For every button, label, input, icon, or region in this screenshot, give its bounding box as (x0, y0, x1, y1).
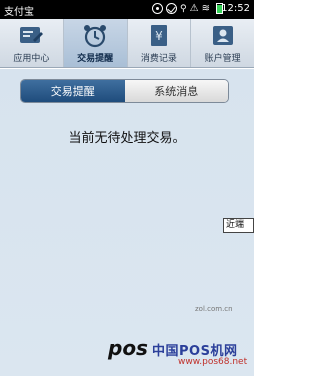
receipt-icon: ¥ (150, 25, 167, 46)
status-bar: 支付宝 ⚲ ⚠ ≋ 12:52 (0, 0, 254, 19)
alarm-clock-icon (84, 25, 107, 48)
tab-label: 账户管理 (204, 54, 241, 64)
watermark-logo: pos (108, 336, 148, 360)
segment-system-messages[interactable]: 系统消息 (124, 80, 228, 102)
tab-label: 应用中心 (13, 54, 50, 64)
user-card-icon (212, 26, 233, 45)
tab-account-management[interactable]: 账户管理 (191, 19, 254, 67)
watermark-url: www.pos68.net (178, 357, 248, 367)
tooltip: 近端 (223, 218, 254, 233)
tab-spending-records[interactable]: ¥ 消费记录 (128, 19, 192, 67)
segment-transaction-alerts[interactable]: 交易提醒 (21, 80, 125, 102)
watermark-corner: zol.com.cn (195, 305, 233, 313)
tab-label: 交易提醒 (77, 54, 114, 64)
tab-transaction-alerts[interactable]: 交易提醒 (63, 19, 128, 67)
status-time: 12:52 (221, 3, 250, 14)
status-app-name: 支付宝 (4, 7, 34, 18)
svg-text:¥: ¥ (155, 29, 163, 43)
empty-message: 当前无待处理交易。 (68, 131, 186, 146)
tab-label: 消费记录 (140, 54, 177, 64)
usb-icon: ⚲ (180, 3, 187, 14)
edit-icon (20, 27, 44, 43)
watermark: pos 中国POS机网 www.pos68.net (108, 330, 254, 376)
warning-icon: ⚠ (189, 3, 199, 14)
record-icon (152, 3, 163, 14)
top-tab-bar: 应用中心 交易提醒 ¥ 消费记录 账户管理 (0, 19, 254, 68)
wifi-icon: ≋ (201, 3, 210, 14)
tab-app-center[interactable]: 应用中心 (0, 19, 64, 67)
check-icon (166, 3, 177, 14)
status-icons: ⚲ ⚠ ≋ (152, 3, 223, 14)
segmented-control: 交易提醒 系统消息 (20, 79, 229, 103)
